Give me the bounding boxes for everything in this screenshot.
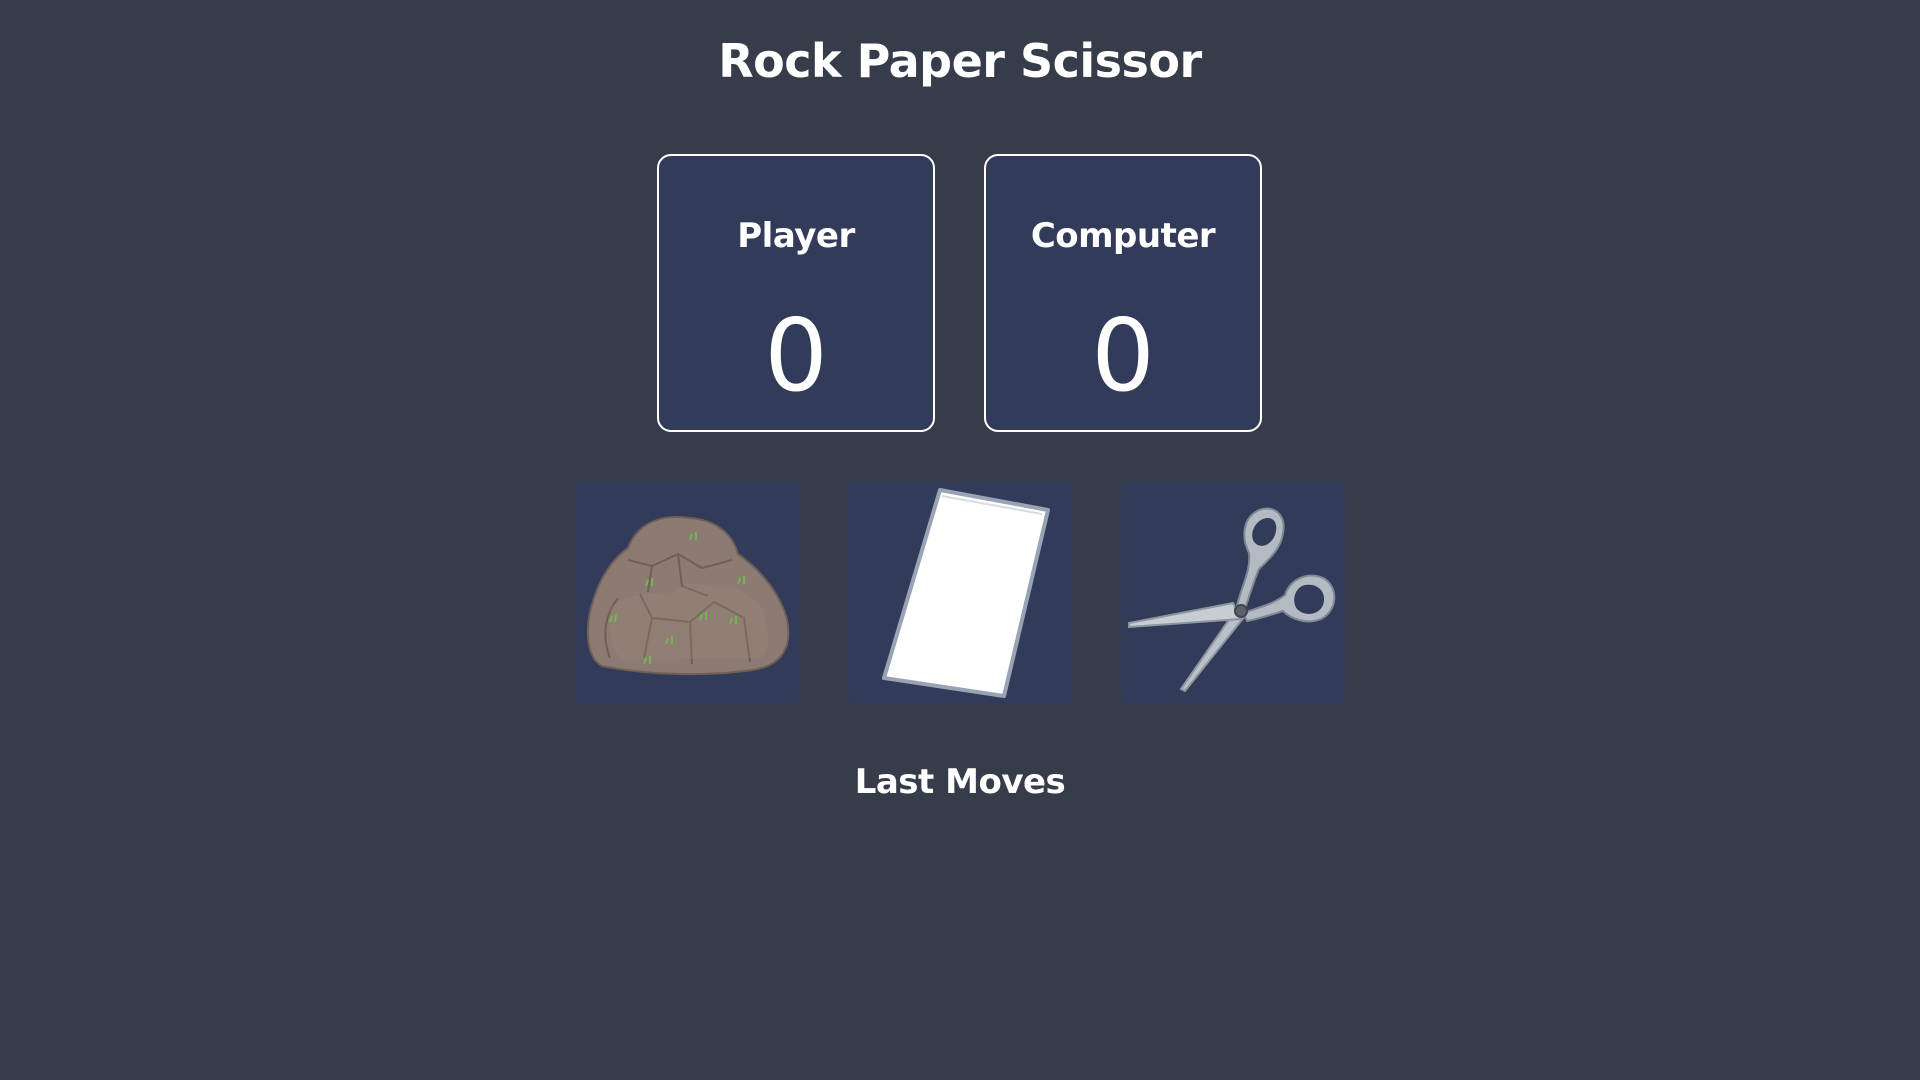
computer-score-card: Computer 0 (984, 154, 1262, 432)
computer-label: Computer (1030, 216, 1216, 256)
choice-buttons (575, 482, 1345, 704)
rock-button[interactable] (575, 482, 799, 704)
page-title: Rock Paper Scissor (718, 34, 1202, 88)
scoreboard: Player 0 Computer 0 (657, 154, 1262, 432)
paper-icon (882, 488, 1050, 698)
player-score-card: Player 0 (657, 154, 935, 432)
rock-icon (586, 516, 790, 676)
player-score: 0 (764, 297, 828, 414)
scissors-icon (1128, 507, 1336, 693)
player-label: Player (737, 216, 855, 256)
computer-score: 0 (1091, 297, 1155, 414)
last-moves-heading: Last Moves (854, 762, 1066, 802)
scissor-button[interactable] (1121, 482, 1345, 704)
paper-button[interactable] (848, 482, 1072, 704)
